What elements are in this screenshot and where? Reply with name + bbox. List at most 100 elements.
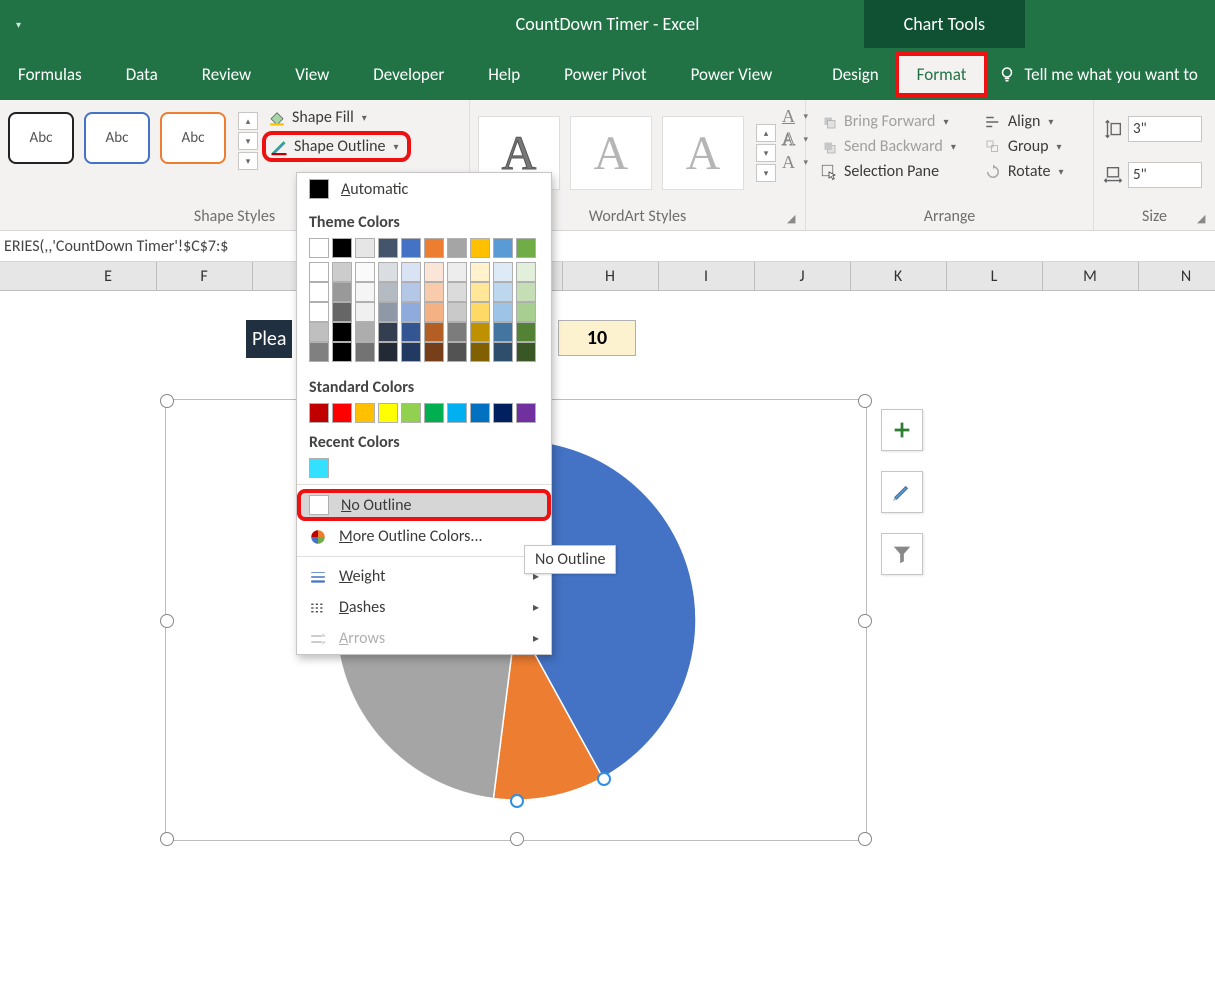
color-swatch[interactable] xyxy=(309,282,329,302)
color-swatch[interactable] xyxy=(401,282,421,302)
column-header[interactable]: F xyxy=(156,262,253,290)
width-value[interactable]: 5" xyxy=(1128,162,1202,188)
text-outline-button[interactable]: A▾ xyxy=(782,129,808,150)
color-swatch[interactable] xyxy=(401,403,421,423)
column-header[interactable]: H xyxy=(562,262,659,290)
color-swatch[interactable] xyxy=(493,238,513,258)
color-swatch[interactable] xyxy=(378,262,398,282)
text-effects-button[interactable]: A▾ xyxy=(782,152,808,173)
color-swatch[interactable] xyxy=(378,302,398,322)
color-swatch[interactable] xyxy=(309,262,329,282)
bring-forward-button[interactable]: Bring Forward ▾ xyxy=(814,110,962,133)
shape-style-tile[interactable]: Abc xyxy=(84,112,150,164)
color-swatch[interactable] xyxy=(470,302,490,322)
color-swatch[interactable] xyxy=(332,342,352,362)
shape-outline-button[interactable]: Shape Outline ▾ xyxy=(262,131,411,162)
tab-format[interactable]: Format xyxy=(895,52,989,97)
worksheet[interactable]: Plea 10 xyxy=(0,291,1215,991)
color-swatch[interactable] xyxy=(516,403,536,423)
color-swatch[interactable] xyxy=(378,238,398,258)
height-value[interactable]: 3" xyxy=(1128,116,1202,142)
tab-power-pivot[interactable]: Power Pivot xyxy=(548,58,662,91)
color-swatch[interactable] xyxy=(493,302,513,322)
color-swatch[interactable] xyxy=(332,403,352,423)
color-swatch[interactable] xyxy=(332,302,352,322)
resize-handle[interactable] xyxy=(160,614,174,628)
color-swatch[interactable] xyxy=(355,403,375,423)
column-header[interactable]: M xyxy=(1042,262,1139,290)
tab-help[interactable]: Help xyxy=(472,58,536,91)
selection-pane-button[interactable]: Selection Pane xyxy=(814,160,962,183)
column-header[interactable]: N xyxy=(1138,262,1215,290)
rotate-button[interactable]: Rotate ▾ xyxy=(978,160,1070,183)
color-swatch[interactable] xyxy=(309,342,329,362)
color-swatch[interactable] xyxy=(332,282,352,302)
tab-design[interactable]: Design xyxy=(816,58,894,91)
text-fill-button[interactable]: A▾ xyxy=(782,106,808,127)
column-header[interactable]: E xyxy=(60,262,157,290)
tab-formulas[interactable]: Formulas xyxy=(2,58,98,91)
dialog-launcher-icon[interactable]: ◢ xyxy=(1197,212,1211,226)
color-swatch[interactable] xyxy=(401,302,421,322)
formula-bar[interactable]: ERIES(,,'CountDown Timer'!$C$7:$ xyxy=(0,231,1215,262)
color-swatch[interactable] xyxy=(447,403,467,423)
gallery-more-icon[interactable]: ▾ xyxy=(756,164,776,182)
color-swatch[interactable] xyxy=(447,262,467,282)
color-swatch[interactable] xyxy=(355,342,375,362)
more-outline-colors-button[interactable]: More Outline Colors... xyxy=(297,521,551,552)
color-swatch[interactable] xyxy=(516,282,536,302)
color-swatch[interactable] xyxy=(470,238,490,258)
color-swatch[interactable] xyxy=(447,342,467,362)
color-swatch[interactable] xyxy=(493,403,513,423)
gallery-scroll[interactable]: ▴ ▾ ▾ xyxy=(756,124,776,182)
color-swatch[interactable] xyxy=(470,282,490,302)
column-header[interactable]: J xyxy=(754,262,851,290)
color-swatch[interactable] xyxy=(424,282,444,302)
color-swatch[interactable] xyxy=(447,302,467,322)
tab-data[interactable]: Data xyxy=(110,58,174,91)
dashes-submenu-button[interactable]: Dashes ▸ xyxy=(297,592,551,623)
color-swatch[interactable] xyxy=(516,322,536,342)
color-swatch[interactable] xyxy=(309,458,329,478)
gallery-more-icon[interactable]: ▾ xyxy=(238,152,258,170)
color-swatch[interactable] xyxy=(355,282,375,302)
color-swatch[interactable] xyxy=(355,262,375,282)
color-swatch[interactable] xyxy=(378,282,398,302)
data-point-handle[interactable] xyxy=(510,794,524,808)
no-outline-button[interactable]: No Outline xyxy=(297,489,551,521)
send-backward-button[interactable]: Send Backward ▾ xyxy=(814,135,962,158)
color-swatch[interactable] xyxy=(447,322,467,342)
color-swatch[interactable] xyxy=(493,282,513,302)
color-swatch[interactable] xyxy=(378,322,398,342)
resize-handle[interactable] xyxy=(160,394,174,408)
color-swatch[interactable] xyxy=(355,238,375,258)
color-swatch[interactable] xyxy=(401,322,421,342)
resize-handle[interactable] xyxy=(858,614,872,628)
color-swatch[interactable] xyxy=(378,403,398,423)
chart-elements-button[interactable] xyxy=(881,409,923,451)
color-swatch[interactable] xyxy=(493,342,513,362)
color-swatch[interactable] xyxy=(516,342,536,362)
color-swatch[interactable] xyxy=(309,403,329,423)
width-field[interactable]: 5" xyxy=(1102,162,1207,188)
resize-handle[interactable] xyxy=(160,832,174,846)
chart-styles-button[interactable] xyxy=(881,471,923,513)
gallery-up-icon[interactable]: ▴ xyxy=(238,112,258,130)
color-swatch[interactable] xyxy=(401,342,421,362)
height-field[interactable]: 3" xyxy=(1102,116,1207,142)
qat-more-icon[interactable]: ▾ xyxy=(16,18,21,31)
color-swatch[interactable] xyxy=(401,262,421,282)
wordart-tile[interactable]: A xyxy=(662,116,744,190)
wordart-tile[interactable]: A xyxy=(570,116,652,190)
color-swatch[interactable] xyxy=(424,262,444,282)
tab-power-view[interactable]: Power View xyxy=(675,58,789,91)
column-header[interactable]: L xyxy=(946,262,1043,290)
data-point-handle[interactable] xyxy=(597,772,611,786)
color-swatch[interactable] xyxy=(447,282,467,302)
color-swatch[interactable] xyxy=(424,403,444,423)
color-swatch[interactable] xyxy=(332,238,352,258)
color-swatch[interactable] xyxy=(401,238,421,258)
column-header[interactable]: I xyxy=(658,262,755,290)
color-swatch[interactable] xyxy=(516,262,536,282)
group-button[interactable]: Group ▾ xyxy=(978,135,1070,158)
